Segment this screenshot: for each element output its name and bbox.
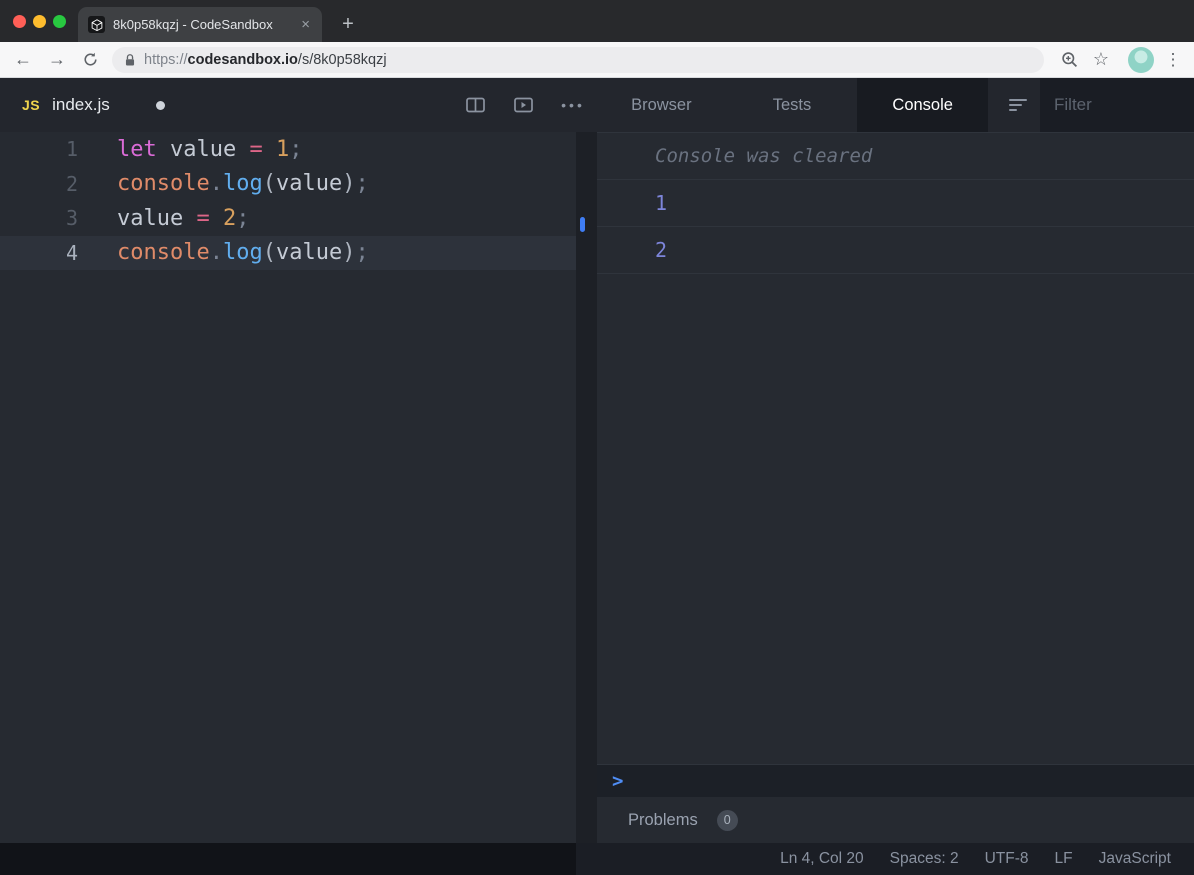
console-panel: Console was cleared 12 <box>597 132 1194 843</box>
macos-titlebar: 8k0p58kqzj - CodeSandbox × + <box>0 0 1194 42</box>
codesandbox-logo-icon <box>88 16 105 33</box>
pane-divider <box>576 132 597 843</box>
problems-bar: Problems 0 <box>597 797 1194 843</box>
problems-tab[interactable]: Problems <box>628 811 698 830</box>
clear-filter-lines-icon[interactable] <box>1002 78 1034 132</box>
tab-console[interactable]: Console <box>857 78 989 132</box>
console-entry: 1 <box>597 180 1194 227</box>
line-number: 2 <box>65 171 78 196</box>
tab-tests[interactable]: Tests <box>727 78 858 132</box>
tab-title: 8k0p58kqzj - CodeSandbox <box>113 17 273 32</box>
reload-button[interactable] <box>75 42 105 77</box>
console-cleared-message: Console was cleared <box>655 145 873 167</box>
console-input[interactable]: > <box>597 764 1194 797</box>
status-item[interactable]: Spaces: 2 <box>890 850 959 868</box>
code-lines: 1 let value = 1; 2 console.log(value); 3 valu… <box>0 132 576 270</box>
status-items: Ln 4, Col 20 Spaces: 2 UTF-8 LF JavaScript <box>754 843 1194 875</box>
console-value: 2 <box>655 238 668 262</box>
pane-resize-handle[interactable] <box>580 217 585 232</box>
tab-browser[interactable]: Browser <box>596 78 727 132</box>
javascript-file-icon: JS <box>22 97 41 113</box>
status-item[interactable]: LF <box>1055 850 1073 868</box>
editor-header: JS index.js ••• Browser Tests Console <box>0 78 1194 132</box>
lock-icon <box>124 53 136 67</box>
forward-button[interactable]: → <box>42 42 72 77</box>
console-entry: 2 <box>597 227 1194 274</box>
split-view-button[interactable] <box>460 78 490 132</box>
window-close-button[interactable] <box>13 15 26 28</box>
console-filter <box>1040 78 1194 132</box>
code-editor[interactable]: 1 let value = 1; 2 console.log(value); 3 valu… <box>0 132 576 843</box>
file-tab-indexjs[interactable]: JS index.js <box>0 78 110 132</box>
console-cleared-row: Console was cleared <box>597 133 1194 180</box>
status-item[interactable]: Ln 4, Col 20 <box>780 850 864 868</box>
browser-menu-icon[interactable]: ⋮ <box>1160 42 1186 77</box>
modified-indicator-dot <box>156 101 165 110</box>
preview-button[interactable] <box>508 78 538 132</box>
code-text: let value = 1; <box>117 136 303 162</box>
status-item[interactable]: UTF-8 <box>985 850 1029 868</box>
code-line[interactable]: 2 console.log(value); <box>0 167 576 202</box>
status-item[interactable]: JavaScript <box>1099 850 1171 868</box>
code-line[interactable]: 4 console.log(value); <box>0 235 576 270</box>
filter-input[interactable] <box>1040 78 1194 132</box>
code-line[interactable]: 1 let value = 1; <box>0 132 576 167</box>
console-prompt-icon: > <box>612 770 624 792</box>
window-minimize-button[interactable] <box>33 15 46 28</box>
zoom-icon[interactable] <box>1054 42 1084 77</box>
url-path: /s/8k0p58kqzj <box>297 52 387 68</box>
code-text: console.log(value); <box>117 171 369 197</box>
code-text: console.log(value); <box>117 240 369 266</box>
more-options-icon[interactable]: ••• <box>554 78 592 132</box>
code-text: value = 2; <box>117 205 250 231</box>
code-line[interactable]: 3 value = 2; <box>0 201 576 236</box>
window-zoom-button[interactable] <box>53 15 66 28</box>
tab-close-icon[interactable]: × <box>299 15 312 34</box>
problems-count-badge: 0 <box>716 809 738 831</box>
file-name: index.js <box>52 95 110 114</box>
status-bar-left <box>0 843 576 875</box>
line-number: 4 <box>65 240 78 265</box>
line-number: 1 <box>65 137 78 162</box>
back-button[interactable]: ← <box>8 42 38 77</box>
console-entries: 12 <box>597 180 1194 274</box>
console-value: 1 <box>655 191 668 215</box>
url-scheme: https:// <box>144 52 188 68</box>
address-bar[interactable]: https://codesandbox.io/s/8k0p58kqzj <box>112 47 1044 73</box>
url-text: https://codesandbox.io/s/8k0p58kqzj <box>144 52 387 68</box>
profile-avatar[interactable] <box>1128 47 1154 73</box>
browser-toolbar: ← → https://codesandbox.io/s/8k0p58kqzj … <box>0 42 1194 78</box>
browser-tab[interactable]: 8k0p58kqzj - CodeSandbox × <box>78 7 322 42</box>
bookmark-star-icon[interactable]: ☆ <box>1086 42 1116 77</box>
panel-tabs: Browser Tests Console <box>596 78 989 132</box>
new-tab-button[interactable]: + <box>334 8 362 40</box>
line-number: 3 <box>65 206 78 231</box>
url-domain: codesandbox.io <box>187 52 298 68</box>
